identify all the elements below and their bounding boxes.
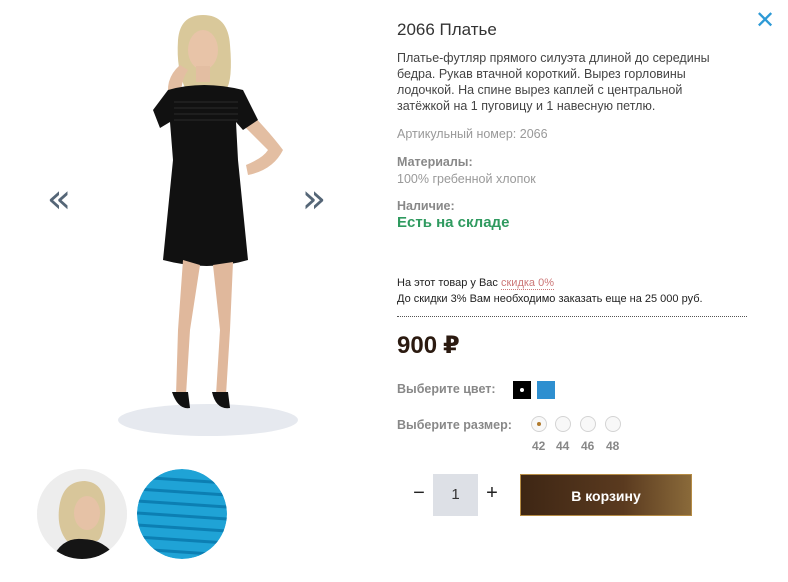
size-label: Выберите размер: xyxy=(397,418,512,432)
next-image-arrow-icon[interactable]: » xyxy=(297,179,331,219)
color-swatch-black[interactable] xyxy=(513,381,531,399)
discount-link[interactable]: скидка 0% xyxy=(500,277,554,290)
divider xyxy=(397,316,747,317)
size-text-44: 44 xyxy=(556,439,570,453)
price: 900 ₽ xyxy=(397,331,460,360)
color-swatch-blue[interactable] xyxy=(537,381,555,399)
materials-value: 100% гребенной хлопок xyxy=(397,172,536,186)
thumbnail-portrait[interactable] xyxy=(37,469,127,559)
currency-symbol: ₽ xyxy=(443,332,460,359)
product-title: 2066 Платье xyxy=(397,20,497,39)
availability-value: Есть на складе xyxy=(397,214,510,231)
quantity-increase-button[interactable]: + xyxy=(482,480,502,506)
thumbnail-fabric[interactable] xyxy=(137,469,227,559)
materials-label: Материалы: xyxy=(397,155,473,169)
size-text-48: 48 xyxy=(606,439,620,453)
price-value: 900 xyxy=(397,332,438,359)
add-to-cart-button[interactable]: В корзину xyxy=(520,474,692,516)
close-icon[interactable]: ✕ xyxy=(754,9,776,33)
prev-image-arrow-icon[interactable]: « xyxy=(42,179,76,219)
color-label: Выберите цвет: xyxy=(397,382,496,396)
discount-note: До скидки 3% Вам необходимо заказать еще… xyxy=(397,293,703,305)
product-description: Платье-футляр прямого силуэта длиной до … xyxy=(397,51,710,113)
discount-text: На этот товар у Вас xyxy=(397,277,501,289)
selected-dot-icon xyxy=(520,388,524,392)
size-radio-44[interactable] xyxy=(555,416,571,432)
quantity-decrease-button[interactable]: − xyxy=(409,480,429,506)
radio-dot-icon xyxy=(537,422,541,426)
discount-info: На этот товар у Вас скидка 0% xyxy=(397,277,554,290)
availability-label: Наличие: xyxy=(397,199,455,213)
size-radio-46[interactable] xyxy=(580,416,596,432)
size-radio-42[interactable] xyxy=(531,416,547,432)
size-text-46: 46 xyxy=(581,439,595,453)
quantity-input[interactable]: 1 xyxy=(433,474,478,516)
article-number: Артикульный номер: 2066 xyxy=(397,127,548,141)
product-gallery: « » xyxy=(0,0,370,582)
main-product-photo xyxy=(118,15,298,436)
size-radio-48[interactable] xyxy=(605,416,621,432)
size-text-42: 42 xyxy=(532,439,546,453)
